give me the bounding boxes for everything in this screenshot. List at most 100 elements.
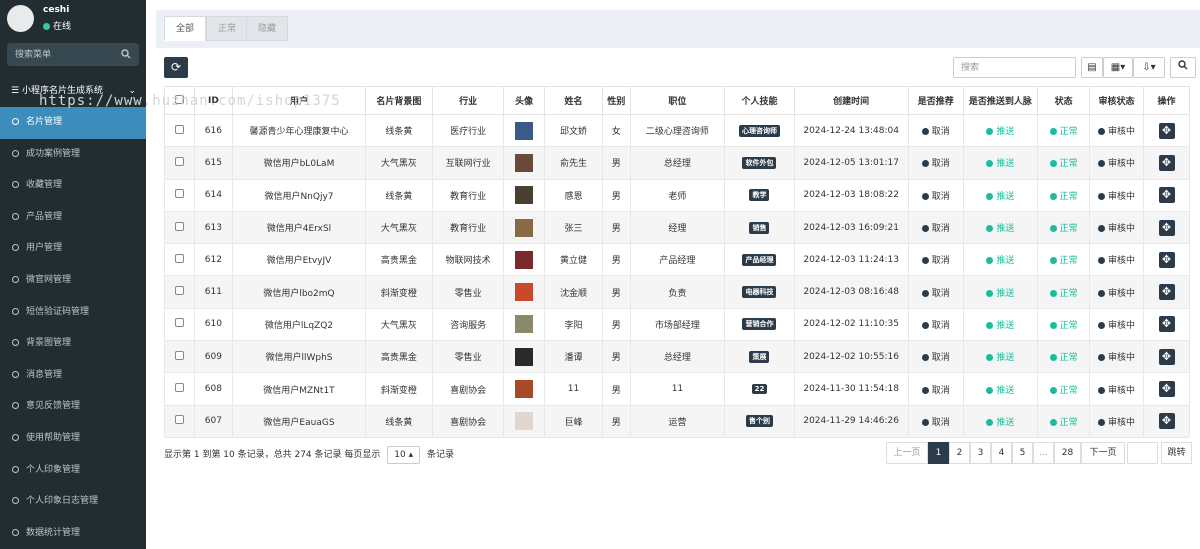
sidebar-item-background[interactable]: 背景图管理	[0, 328, 146, 360]
jump-button[interactable]: 跳转	[1161, 442, 1192, 464]
column-header[interactable]: 个人技能	[724, 86, 795, 115]
row-checkbox[interactable]	[174, 383, 184, 393]
page-button[interactable]: 5	[1012, 442, 1033, 464]
column-header[interactable]: 名片背景图	[364, 86, 433, 115]
move-icon[interactable]: ✥	[1158, 219, 1175, 236]
column-header[interactable]: 姓名	[543, 86, 604, 115]
column-header[interactable]: 头像	[503, 86, 545, 115]
recommend-cell[interactable]: 取消	[907, 275, 964, 309]
move-icon[interactable]: ✥	[1158, 251, 1175, 268]
move-icon[interactable]: ✥	[1158, 316, 1175, 333]
push-cell[interactable]: 推送	[962, 275, 1039, 309]
recommend-cell[interactable]: 取消	[907, 146, 964, 180]
export-button[interactable]: ⇩▾	[1133, 57, 1165, 78]
table-row[interactable]: 612 微信用户EtvyJV 高贵黑金 物联网技术 黄立健男产品经理 产品经理 2024-1…	[164, 243, 1190, 277]
status-cell[interactable]: 正常	[1037, 307, 1091, 342]
status-cell[interactable]: 正常	[1037, 146, 1091, 180]
avatar-thumbnail[interactable]	[515, 153, 534, 172]
recommend-cell[interactable]: 取消	[907, 210, 964, 245]
table-row[interactable]: 615 微信用户bL0LaM 大气黑灰 互联网行业 俞先生男总经理 软件外包 2024-12…	[164, 146, 1190, 180]
sidebar-item-sms[interactable]: 短信验证码管理	[0, 297, 146, 329]
table-row[interactable]: 613 微信用户4ErxSl 大气黑灰 教育行业 张三男经理 销售 2024-12-03 1…	[164, 210, 1190, 245]
sidebar-item-impression[interactable]: 个人印象管理	[0, 455, 146, 487]
move-icon[interactable]: ✥	[1158, 284, 1175, 301]
table-row[interactable]: 616 馨源青少年心理康复中心 线条黄 医疗行业 邱文娇女二级心理咨询师 心理咨询师 202…	[164, 113, 1190, 148]
tab-normal[interactable]: 正常	[206, 16, 249, 41]
recommend-cell[interactable]: 取消	[907, 178, 964, 212]
status-cell[interactable]: 正常	[1037, 113, 1091, 148]
avatar-thumbnail[interactable]	[515, 121, 534, 140]
status-cell[interactable]: 正常	[1037, 275, 1091, 309]
sidebar-item-user[interactable]: 用户管理	[0, 233, 146, 265]
column-header[interactable]: 职位	[629, 86, 726, 115]
status-cell[interactable]: 正常	[1037, 340, 1091, 374]
page-button[interactable]: 3	[970, 442, 991, 464]
avatar-thumbnail[interactable]	[515, 186, 534, 205]
page-button[interactable]: 28	[1054, 442, 1081, 464]
push-cell[interactable]: 推送	[962, 404, 1039, 438]
status-cell[interactable]: 正常	[1037, 178, 1091, 212]
jump-page-input[interactable]	[1127, 442, 1158, 464]
row-checkbox[interactable]	[174, 318, 184, 328]
push-cell[interactable]: 推送	[962, 307, 1039, 342]
avatar-thumbnail[interactable]	[515, 347, 534, 366]
column-header[interactable]: 审核状态	[1089, 86, 1145, 115]
move-icon[interactable]: ✥	[1158, 348, 1175, 365]
avatar-thumbnail[interactable]	[515, 380, 534, 399]
recommend-cell[interactable]: 取消	[907, 404, 964, 438]
avatar-thumbnail[interactable]	[515, 218, 534, 237]
sidebar-item-message[interactable]: 消息管理	[0, 360, 146, 392]
avatar-thumbnail[interactable]	[515, 250, 534, 269]
row-checkbox[interactable]	[174, 124, 184, 134]
status-cell[interactable]: 正常	[1037, 243, 1091, 277]
push-cell[interactable]: 推送	[962, 178, 1039, 212]
advanced-search-button[interactable]	[1170, 57, 1196, 78]
push-cell[interactable]: 推送	[962, 340, 1039, 374]
sidebar-item-product[interactable]: 产品管理	[0, 202, 146, 234]
move-icon[interactable]: ✥	[1158, 187, 1175, 204]
table-row[interactable]: 610 微信用户lLqZQ2 大气黑灰 咨询服务 李阳男市场部经理 营销合作 2024-12…	[164, 307, 1190, 342]
row-checkbox[interactable]	[174, 156, 184, 166]
recommend-cell[interactable]: 取消	[907, 243, 964, 277]
table-row[interactable]: 609 微信用户llWphS 高贵黑金 零售业 潘谭男总经理 策展 2024-12-02 1…	[164, 340, 1190, 374]
sidebar-item-stats[interactable]: 数据统计管理	[0, 518, 146, 549]
avatar-thumbnail[interactable]	[515, 315, 534, 334]
push-cell[interactable]: 推送	[962, 372, 1039, 406]
avatar-thumbnail[interactable]	[515, 412, 534, 431]
move-icon[interactable]: ✥	[1158, 154, 1175, 171]
push-cell[interactable]: 推送	[962, 146, 1039, 180]
tab-all[interactable]: 全部	[164, 16, 207, 41]
table-row[interactable]: 607 微信用户EauaGS 线条黄 喜剧协会 巨峰男运营 售个别 2024-11-29 1…	[164, 404, 1190, 438]
page-size-select[interactable]: 10 ▴	[387, 446, 421, 464]
row-checkbox[interactable]	[174, 253, 184, 263]
page-button[interactable]: 2	[949, 442, 970, 464]
push-cell[interactable]: 推送	[962, 113, 1039, 148]
recommend-cell[interactable]: 取消	[907, 113, 964, 148]
page-button[interactable]: 4	[991, 442, 1012, 464]
move-icon[interactable]: ✥	[1158, 381, 1175, 398]
sidebar-item-case[interactable]: 成功案例管理	[0, 139, 146, 171]
sidebar-item-favorite[interactable]: 收藏管理	[0, 170, 146, 202]
column-header[interactable]: 行业	[431, 86, 505, 115]
status-cell[interactable]: 正常	[1037, 372, 1091, 406]
column-header[interactable]: 是否推送到人脉	[962, 86, 1039, 115]
table-search-input[interactable]	[953, 57, 1076, 78]
push-cell[interactable]: 推送	[962, 210, 1039, 245]
move-icon[interactable]: ✥	[1158, 122, 1175, 139]
sidebar-item-impression-log[interactable]: 个人印象日志管理	[0, 486, 146, 518]
recommend-cell[interactable]: 取消	[907, 372, 964, 406]
page-button[interactable]: 1	[928, 442, 949, 464]
column-header[interactable]: 状态	[1037, 86, 1091, 115]
menu-search-input[interactable]	[7, 43, 107, 66]
tab-hidden[interactable]: 隐藏	[246, 16, 289, 41]
table-row[interactable]: 611 微信用户lbo2mQ 斜渐变橙 零售业 沈金顺男负责 电器科技 2024-12-03…	[164, 275, 1190, 309]
push-cell[interactable]: 推送	[962, 243, 1039, 277]
column-header[interactable]: 是否推荐	[907, 86, 964, 115]
avatar-thumbnail[interactable]	[515, 283, 534, 302]
sidebar-item-feedback[interactable]: 意见反馈管理	[0, 391, 146, 423]
prev-page-button[interactable]: 上一页	[886, 442, 928, 464]
sidebar-item-microsite[interactable]: 微官网管理	[0, 265, 146, 297]
row-checkbox[interactable]	[174, 286, 184, 296]
toggle-view-button[interactable]: ▤	[1081, 57, 1103, 78]
recommend-cell[interactable]: 取消	[907, 340, 964, 374]
